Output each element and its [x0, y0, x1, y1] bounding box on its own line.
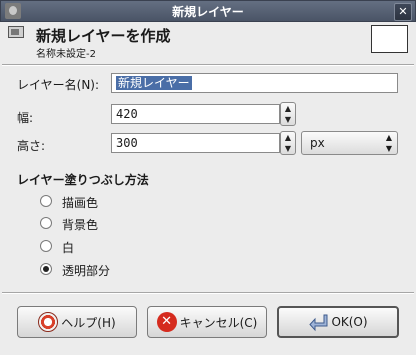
chevron-down-icon[interactable]: ▼ [281, 114, 295, 125]
radio-button[interactable] [40, 217, 52, 229]
help-button-label: ヘルプ(H) [61, 315, 116, 330]
height-spinner[interactable]: ▲ ▼ [280, 131, 296, 155]
cancel-button[interactable]: ✕ キャンセル(C) [147, 306, 267, 338]
fill-option-label: 透明部分 [62, 264, 111, 278]
fill-option-label: 白 [62, 241, 75, 255]
cancel-icon: ✕ [156, 312, 177, 332]
height-input[interactable]: 300 [111, 133, 280, 153]
dialog-heading: 新規レイヤーを作成 [36, 27, 171, 45]
window-title: 新規レイヤー [172, 5, 244, 19]
radio-button-selected[interactable] [40, 263, 52, 275]
lifebuoy-icon [38, 312, 59, 332]
width-input[interactable]: 420 [111, 104, 280, 124]
layer-name-value: 新規レイヤー [116, 76, 192, 90]
fill-option-label: 背景色 [62, 218, 99, 232]
unit-value: px [310, 136, 325, 150]
layer-name-label: レイヤー名(N): [17, 78, 100, 92]
fill-section-title: レイヤー塗りつぶし方法 [17, 173, 149, 187]
close-icon[interactable]: ✕ [394, 3, 412, 21]
updown-icon: ▲ ▼ [385, 133, 392, 153]
chevron-down-icon[interactable]: ▼ [281, 143, 295, 154]
help-button[interactable]: ヘルプ(H) [17, 306, 137, 338]
dialog-header: 新規レイヤーを作成 名称未設定-2 [0, 21, 416, 63]
layer-icon [8, 26, 24, 40]
header-divider [2, 64, 414, 66]
button-divider [2, 292, 414, 294]
radio-button[interactable] [40, 240, 52, 252]
layer-name-input[interactable]: 新規レイヤー [111, 73, 398, 93]
ok-button-label: OK(O) [331, 315, 368, 329]
cancel-button-label: キャンセル(C) [179, 315, 258, 330]
fill-option-label: 描画色 [62, 196, 99, 210]
radio-button[interactable] [40, 195, 52, 207]
width-spinner[interactable]: ▲ ▼ [280, 102, 296, 126]
width-value: 420 [116, 107, 138, 121]
chevron-up-icon[interactable]: ▲ [281, 132, 295, 143]
image-name: 名称未設定-2 [36, 49, 96, 60]
enter-arrow-icon [308, 312, 328, 332]
ok-button[interactable]: OK(O) [277, 306, 399, 338]
height-value: 300 [116, 136, 138, 150]
height-label: 高さ: [17, 139, 46, 153]
layer-preview [371, 25, 408, 53]
chevron-up-icon[interactable]: ▲ [281, 103, 295, 114]
width-label: 幅: [17, 111, 34, 125]
window-titlebar[interactable]: 新規レイヤー ✕ [0, 0, 416, 22]
unit-select[interactable]: px ▲ ▼ [301, 131, 398, 155]
